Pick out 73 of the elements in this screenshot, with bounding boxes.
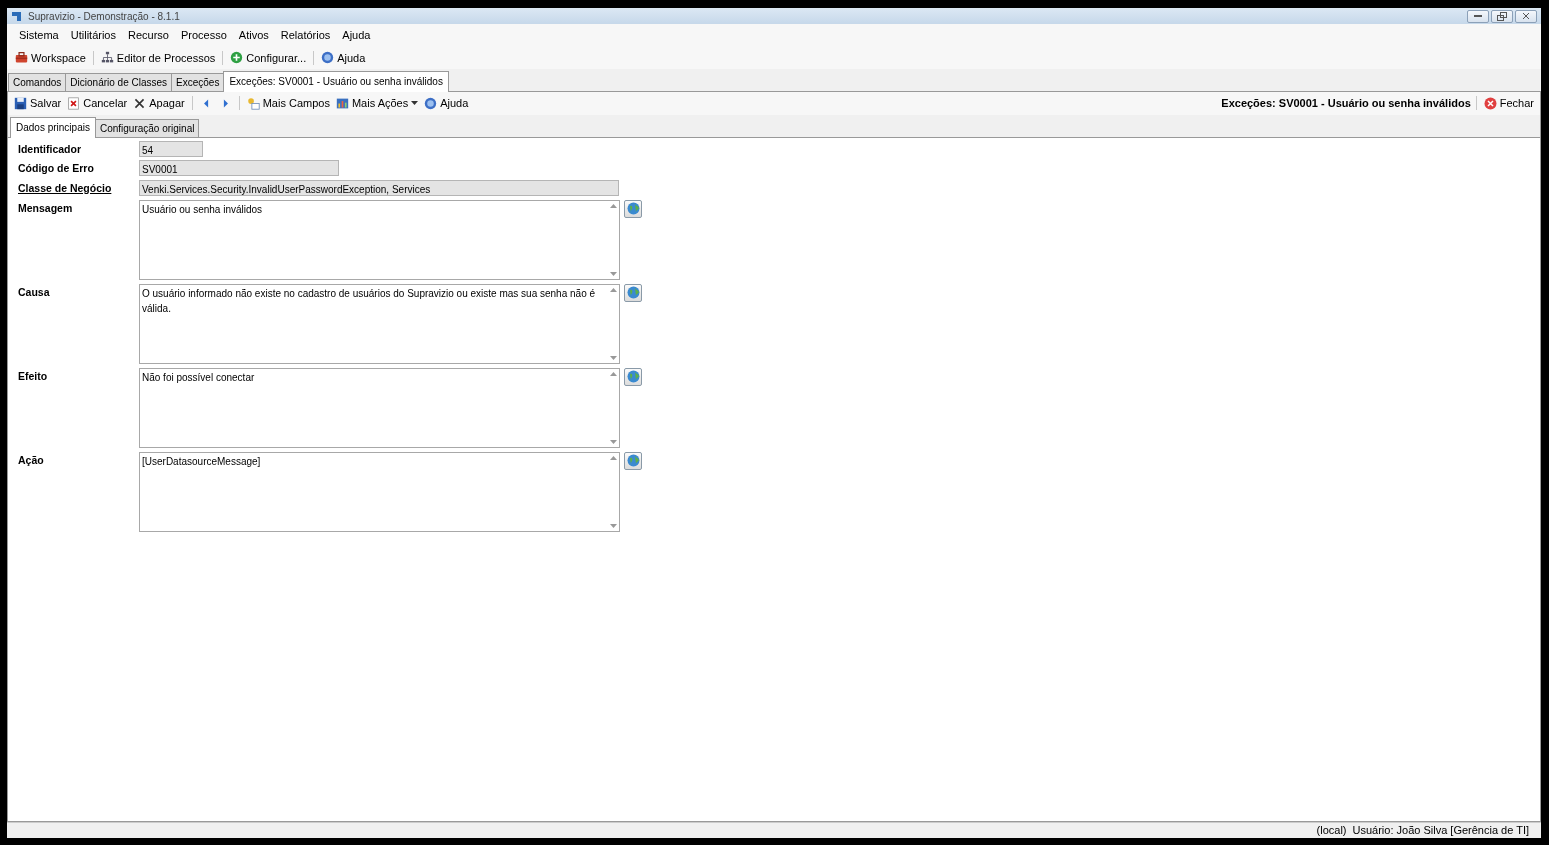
document-tab[interactable]: Exceções (171, 73, 225, 91)
chart-icon (335, 96, 349, 110)
field-label: Mensagem (18, 200, 74, 216)
toolbar-button[interactable]: Configurar... (228, 48, 309, 67)
document-tab[interactable]: Dicionário de Classes (65, 73, 173, 91)
scroll-down-icon (609, 271, 617, 276)
field-label: Efeito (18, 368, 49, 384)
scroll-down-icon (609, 439, 617, 444)
delete-icon (133, 96, 147, 110)
help-icon (424, 96, 438, 110)
field-label: Identificador (18, 141, 82, 157)
globe-icon (626, 286, 640, 300)
translate-button[interactable] (624, 367, 642, 386)
minimize-icon (1474, 15, 1482, 17)
field-label: Código de Erro (18, 161, 95, 177)
hierarchy-icon (100, 51, 114, 65)
menu-item[interactable]: Utilitários (64, 27, 122, 44)
field-label: Ação (18, 452, 45, 468)
menu-item[interactable]: Relatórios (274, 27, 337, 44)
status-text: Usuário: João Silva [Gerência de TI] (1352, 823, 1529, 839)
toolbar-button[interactable]: Mais Campos (244, 94, 332, 113)
translate-button[interactable] (624, 199, 642, 218)
globe-icon (626, 202, 640, 216)
scroll-up-icon (609, 287, 617, 292)
field-label: Causa (18, 284, 51, 300)
document-title: Exceções: SV0001 - Usuário ou senha inválidos (1221, 96, 1471, 111)
menu-item[interactable]: Ajuda (336, 27, 377, 44)
scroll-up-icon (609, 455, 617, 460)
app-logo-icon (11, 10, 23, 22)
input-field[interactable]: 54 (139, 140, 203, 157)
caret-icon (411, 100, 419, 106)
translate-button[interactable] (624, 283, 642, 302)
save-icon (14, 96, 27, 110)
menu-item[interactable]: Recurso (122, 27, 175, 44)
toolbar-button[interactable]: Workspace (13, 48, 88, 67)
toolbar-button[interactable]: Salvar (12, 94, 64, 113)
scroll-down-icon (609, 523, 617, 528)
scroll-up-icon (609, 371, 617, 376)
cancel-icon (67, 96, 81, 110)
globe-icon (626, 370, 640, 384)
help-icon (321, 51, 335, 65)
globe-icon (626, 454, 640, 468)
document-tab[interactable]: Exceções: SV0001 - Usuário ou senha inválidos (223, 71, 449, 92)
toolbar-button[interactable]: Cancelar (65, 94, 130, 113)
menu-item[interactable]: Sistema (13, 27, 65, 44)
close-document-button[interactable]: Fechar (1481, 94, 1536, 113)
close-icon (1523, 13, 1529, 19)
form-tab[interactable]: Dados principais (10, 116, 96, 138)
menu-item[interactable]: Processo (174, 27, 233, 44)
toolbar-button[interactable]: Apagar (131, 94, 187, 113)
scroll-down-icon (609, 355, 617, 360)
scroll-up-icon (609, 203, 617, 208)
toolbar-button[interactable]: Mais Ações (333, 94, 421, 113)
form-tab[interactable]: Configuração original (94, 118, 200, 137)
fields-icon (246, 96, 260, 110)
toolbar-button[interactable]: Editor de Processos (98, 48, 218, 67)
toolbar-button[interactable]: Ajuda (319, 48, 368, 67)
input-field[interactable]: SV0001 (139, 160, 339, 177)
close-icon (1483, 96, 1497, 110)
menu-item[interactable]: Ativos (232, 27, 275, 44)
window-title: Supravizio - Demonstração - 8.1.1 (28, 9, 180, 24)
status-text: (local) (1316, 823, 1347, 839)
input-field[interactable]: Venki.Services.Security.InvalidUserPasswordException, Services (139, 180, 619, 196)
document-tab[interactable]: Comandos (8, 73, 67, 91)
toolbar-button[interactable]: Ajuda (422, 94, 471, 113)
toolbox-icon (15, 51, 28, 65)
minimize-button[interactable] (1467, 9, 1489, 23)
restore-icon (1497, 11, 1507, 21)
restore-button[interactable] (1491, 9, 1513, 23)
translate-button[interactable] (624, 451, 642, 470)
field-link[interactable]: Classe de Negócio (18, 180, 139, 197)
add-icon (230, 51, 244, 65)
close-button[interactable] (1515, 9, 1537, 23)
